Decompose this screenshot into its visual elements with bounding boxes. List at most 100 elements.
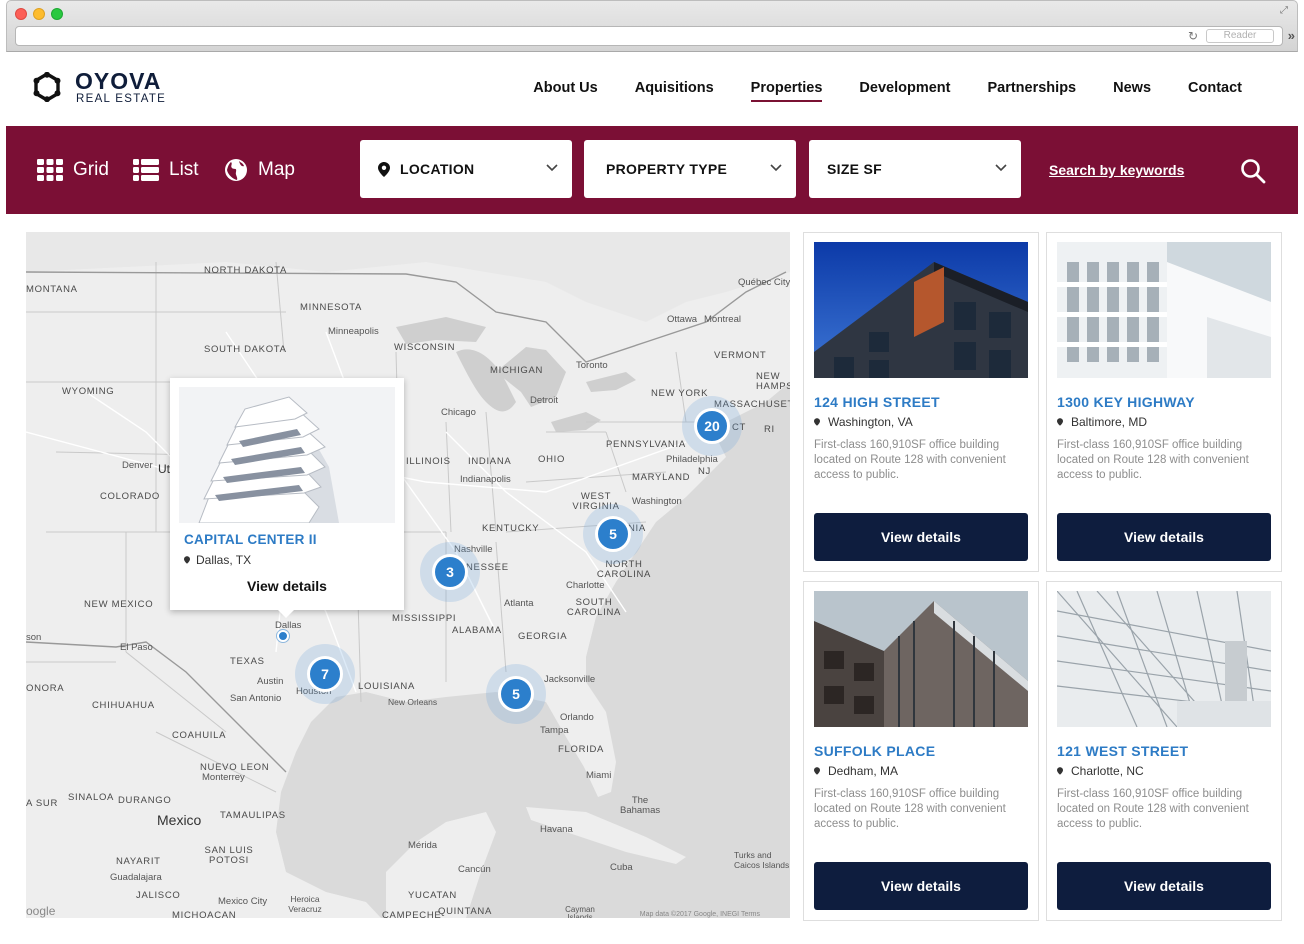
property-location-text: Washington, VA	[828, 415, 913, 429]
view-details-button[interactable]: View details	[1057, 862, 1271, 910]
nav-properties[interactable]: Properties	[750, 80, 823, 102]
map-label: NEW MEXICO	[84, 599, 154, 610]
map-cluster-marker[interactable]: 3	[420, 542, 480, 602]
chevron-down-icon	[770, 164, 782, 172]
nav-partnerships[interactable]: Partnerships	[987, 80, 1076, 102]
map-label: Denver	[122, 460, 153, 471]
map-label: SOUTH DAKOTA	[204, 344, 287, 355]
map-label: Guadalajara	[110, 872, 162, 883]
list-view-label: List	[169, 159, 199, 180]
zoom-window-button[interactable]	[51, 8, 63, 20]
browser-window-chrome: ⤢ ↻ Reader »	[6, 0, 1298, 52]
map-label: Orlando	[560, 712, 594, 723]
map-label: Cancún	[458, 864, 491, 875]
property-photo[interactable]	[1057, 242, 1271, 378]
map-label: Jacksonville	[544, 674, 596, 685]
nav-about-us[interactable]: About Us	[533, 80, 597, 102]
cluster-count: 7	[307, 656, 343, 692]
map-label: Mexico City	[218, 896, 268, 907]
nav-aquisitions[interactable]: Aquisitions	[635, 80, 714, 102]
map-label: PENNSYLVANIA	[606, 439, 686, 450]
location-pin-icon	[378, 161, 390, 177]
popup-location-text: Dallas, TX	[196, 553, 252, 567]
location-pin-icon	[184, 556, 190, 564]
map-cluster-marker[interactable]: 5	[486, 664, 546, 724]
cluster-count: 20	[694, 408, 730, 444]
map-label: Detroit	[530, 395, 558, 406]
oyova-logo-icon[interactable]	[32, 72, 62, 102]
reader-button[interactable]: Reader	[1206, 29, 1274, 43]
nav-contact[interactable]: Contact	[1188, 80, 1242, 102]
list-view-button[interactable]: List	[133, 156, 199, 184]
map-label: NEW HAMPSHIRE	[756, 371, 790, 392]
close-window-button[interactable]	[15, 8, 27, 20]
property-card: SUFFOLK PLACE Dedham, MA First-class 160…	[803, 581, 1039, 921]
property-card: 121 WEST STREET Charlotte, NC First-clas…	[1046, 581, 1282, 921]
map-label: ILLINOIS	[406, 456, 451, 467]
map-cluster-marker[interactable]: 7	[295, 644, 355, 704]
location-pin-icon	[814, 418, 820, 426]
grid-icon	[37, 159, 63, 181]
overflow-chevron-icon[interactable]: »	[1288, 28, 1295, 43]
property-map[interactable]: NORTH DAKOTA MONTANA MINNESOTA Minneapol…	[26, 232, 790, 918]
size-sf-dropdown[interactable]: SIZE SF	[809, 140, 1021, 198]
map-label: ONORA	[26, 683, 65, 694]
property-title[interactable]: 124 HIGH STREET	[814, 394, 940, 410]
map-attribution[interactable]: Map data ©2017 Google, INEGI Terms	[640, 911, 760, 918]
map-view-label: Map	[258, 159, 295, 180]
map-view-button[interactable]: Map	[224, 156, 295, 184]
view-details-button[interactable]: View details	[814, 513, 1028, 561]
property-title[interactable]: 1300 KEY HIGHWAY	[1057, 394, 1195, 410]
search-icon[interactable]	[1240, 158, 1266, 184]
map-label: FLORIDA	[558, 744, 605, 755]
map-label: KENTUCKY	[482, 523, 540, 534]
dallas-location-marker[interactable]	[277, 630, 289, 642]
brand-name[interactable]: OYOVA	[75, 68, 161, 95]
map-label: Tampa	[540, 725, 569, 736]
map-label: MICHIGAN	[490, 365, 544, 376]
property-photo[interactable]	[814, 591, 1028, 727]
nav-development[interactable]: Development	[859, 80, 950, 102]
minimize-window-button[interactable]	[33, 8, 45, 20]
map-label: Heroica Veracruz	[288, 894, 322, 914]
map-label: Ottawa	[667, 314, 698, 325]
property-photo[interactable]	[1057, 591, 1271, 727]
address-bar[interactable]: ↻ Reader	[15, 26, 1283, 46]
nav-news[interactable]: News	[1113, 80, 1151, 102]
map-label: TAMAULIPAS	[220, 810, 286, 821]
search-by-keywords-link[interactable]: Search by keywords	[1049, 162, 1184, 178]
brand-subtitle: REAL ESTATE	[76, 93, 167, 105]
property-photo[interactable]	[814, 242, 1028, 378]
map-cluster-marker[interactable]: 5	[583, 504, 643, 564]
property-title[interactable]: 121 WEST STREET	[1057, 743, 1188, 759]
grid-view-button[interactable]: Grid	[37, 156, 109, 184]
capital-center-photo[interactable]	[179, 387, 395, 523]
view-details-button[interactable]: View details	[814, 862, 1028, 910]
location-dropdown[interactable]: LOCATION	[360, 140, 572, 198]
google-logo[interactable]: oogle	[26, 904, 55, 918]
property-title[interactable]: SUFFOLK PLACE	[814, 743, 935, 759]
map-label: Montreal	[704, 314, 741, 325]
map-label: Havana	[540, 824, 573, 835]
map-label: JALISCO	[136, 890, 181, 901]
property-description: First-class 160,910SF office building lo…	[814, 439, 1006, 481]
property-type-dropdown-label: PROPERTY TYPE	[606, 161, 728, 177]
map-label: Chicago	[441, 407, 476, 418]
size-sf-dropdown-label: SIZE SF	[827, 161, 882, 177]
property-location: Baltimore, MD	[1057, 415, 1147, 429]
property-type-dropdown[interactable]: PROPERTY TYPE	[584, 140, 796, 198]
map-label: COLORADO	[100, 491, 160, 502]
reload-icon[interactable]: ↻	[1188, 29, 1198, 43]
view-details-button[interactable]: View details	[1057, 513, 1271, 561]
map-cluster-marker[interactable]: 20	[682, 396, 742, 456]
popup-property-title[interactable]: CAPITAL CENTER II	[184, 532, 317, 547]
map-label: SOUTH CAROLINA	[566, 597, 622, 618]
map-label: Monterrey	[202, 772, 245, 783]
map-label: YUCATAN	[408, 890, 457, 901]
map-label: LOUISIANA	[358, 681, 415, 692]
site-header: OYOVA REAL ESTATE About Us Aquisitions P…	[6, 52, 1298, 126]
popup-view-details-button[interactable]: View details	[170, 578, 404, 594]
map-label: The Bahamas	[620, 795, 661, 816]
map-label: QUINTANA	[438, 906, 492, 917]
fullscreen-icon[interactable]: ⤢	[1280, 5, 1288, 16]
